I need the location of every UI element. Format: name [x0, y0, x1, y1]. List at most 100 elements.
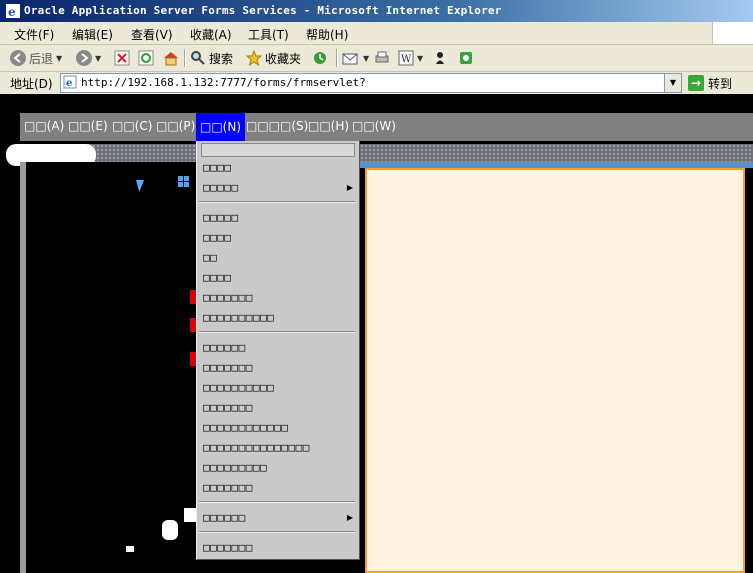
address-dropdown-button[interactable]: ▼ — [664, 74, 681, 92]
white-spot — [184, 508, 196, 522]
search-button[interactable]: 搜索 — [190, 48, 233, 68]
messenger-button[interactable] — [434, 48, 450, 68]
forms-dropdown-menu: □□□□ □□□□□ ▶ □□□□□ □□□□ □□ □□□□ □□□□□□□ … — [196, 141, 360, 560]
address-label: 地址(D) — [10, 77, 53, 91]
home-icon — [164, 52, 178, 66]
dropdown-item[interactable]: □□□□□□□ — [203, 401, 253, 414]
left-canvas — [20, 162, 202, 573]
address-url: http://192.168.1.132:7777/forms/frmservl… — [81, 76, 366, 89]
forward-arrow-icon — [76, 50, 92, 66]
address-bar: 地址(D) e http://192.168.1.132:7777/forms/… — [0, 72, 753, 94]
dropdown-item[interactable]: □□□□□□□□□□ — [203, 311, 274, 324]
printer-icon — [375, 51, 389, 63]
forms-menu-item[interactable]: □□(P) — [156, 119, 195, 133]
stop-button[interactable] — [114, 48, 130, 68]
menu-tools[interactable]: 工具(T) — [248, 26, 289, 43]
applet-top-border — [0, 95, 753, 113]
messenger-icon — [436, 52, 444, 64]
search-label: 搜索 — [209, 51, 234, 66]
submenu-arrow-icon: ▶ — [346, 513, 353, 522]
dropdown-item[interactable]: □□□□□□ — [203, 511, 246, 524]
blue-marker-icon — [136, 180, 144, 192]
menu-edit[interactable]: 编辑(E) — [72, 26, 113, 43]
dropdown-item[interactable]: □□ — [203, 251, 217, 264]
content-panel — [365, 168, 745, 573]
page-icon: e — [63, 75, 77, 89]
title-bar: e Oracle Application Server Forms Servic… — [0, 0, 753, 22]
back-button[interactable]: 后退 ▼ — [10, 48, 62, 68]
menu-separator — [199, 501, 355, 503]
svg-text:e: e — [8, 5, 16, 18]
chevron-down-icon: ▼ — [56, 53, 63, 63]
menu-separator — [199, 331, 355, 333]
go-button[interactable]: → 转到 — [688, 73, 732, 93]
forms-menu-item-active[interactable]: □□(N) — [196, 113, 246, 141]
forward-button[interactable]: ▼ — [76, 48, 101, 68]
history-icon — [314, 52, 326, 64]
forms-menu-item[interactable]: □□(W) — [352, 119, 396, 133]
dropdown-item[interactable]: □□□□□□□ — [203, 541, 253, 554]
evernote-button[interactable] — [458, 48, 474, 68]
dropdown-item[interactable]: □□□□□□□ — [203, 361, 253, 374]
dropdown-item[interactable]: □□□□□□□ — [203, 481, 253, 494]
history-button[interactable] — [312, 48, 328, 68]
dropdown-item[interactable]: □□□□□ — [203, 181, 239, 194]
dropdown-item[interactable]: □□□□□□□□□□ — [203, 381, 274, 394]
forms-menu-item[interactable]: □□□□(S) — [246, 119, 308, 133]
back-label: 后退 — [29, 51, 54, 66]
toolbar-separator — [184, 49, 186, 67]
menu-view[interactable]: 查看(V) — [131, 26, 173, 43]
toolbar-strip — [20, 144, 753, 162]
ie-logo-icon: e — [6, 4, 20, 18]
favorites-label: 收藏夹 — [265, 51, 302, 66]
edit-button[interactable]: W ▼ — [398, 48, 423, 68]
home-button[interactable] — [162, 48, 180, 68]
forms-menu-item[interactable]: □□(E) — [68, 119, 108, 133]
word-icon: W — [398, 50, 414, 66]
stop-icon — [114, 50, 130, 66]
forms-menu-item[interactable]: □□(H) — [308, 119, 349, 133]
print-button[interactable] — [374, 48, 390, 68]
svg-text:e: e — [66, 78, 72, 89]
chevron-down-icon: ▼ — [95, 53, 102, 63]
forms-menu-bar: □□(A) □□(E) □□(C) □□(P) □□(N) □□□□(S) □□… — [20, 113, 753, 141]
back-arrow-icon — [10, 50, 26, 66]
right-edge — [745, 168, 753, 573]
windows-flag-icon — [178, 176, 189, 187]
chevron-down-icon: ▼ — [417, 53, 424, 63]
menu-search-field[interactable] — [201, 143, 355, 157]
dropdown-item[interactable]: □□□□□□□ — [203, 291, 253, 304]
go-arrow-icon: → — [688, 75, 704, 91]
menu-favorites[interactable]: 收藏(A) — [190, 26, 232, 43]
browser-toolbar: 后退 ▼ ▼ 搜索 收藏夹 ▼ W ▼ — [0, 45, 753, 72]
menu-file[interactable]: 文件(F) — [14, 26, 54, 43]
dropdown-item[interactable]: □□□□□□□□□□□□ — [203, 421, 288, 434]
window-title: Oracle Application Server Forms Services… — [24, 4, 502, 17]
dropdown-item[interactable]: □□□□ — [203, 231, 232, 244]
chevron-down-icon: ▼ — [363, 53, 370, 63]
dropdown-item[interactable]: □□□□□□□□□ — [203, 461, 267, 474]
menu-help[interactable]: 帮助(H) — [306, 26, 348, 43]
mail-icon — [342, 53, 358, 65]
toolbar-separator — [336, 49, 338, 67]
go-label: 转到 — [708, 76, 733, 91]
dropdown-item[interactable]: □□□□□□ — [203, 341, 246, 354]
submenu-arrow-icon: ▶ — [346, 183, 353, 192]
refresh-button[interactable] — [138, 48, 154, 68]
search-icon — [191, 51, 205, 65]
windows-logo — [712, 22, 753, 44]
browser-menu-bar: 文件(F) 编辑(E) 查看(V) 收藏(A) 工具(T) 帮助(H) — [0, 22, 753, 45]
svg-text:W: W — [401, 54, 412, 65]
dropdown-item[interactable]: □□□□□ — [203, 211, 239, 224]
address-input[interactable]: e http://192.168.1.132:7777/forms/frmser… — [60, 73, 682, 93]
menu-separator — [199, 201, 355, 203]
dropdown-item[interactable]: □□□□ — [203, 161, 232, 174]
refresh-icon — [138, 50, 154, 66]
dropdown-item[interactable]: □□□□ — [203, 271, 232, 284]
mail-button[interactable]: ▼ — [342, 48, 369, 68]
white-spot — [126, 546, 134, 552]
favorites-button[interactable]: 收藏夹 — [246, 48, 301, 68]
dropdown-item[interactable]: □□□□□□□□□□□□□□□ — [203, 441, 310, 454]
forms-menu-item[interactable]: □□(C) — [112, 119, 152, 133]
forms-menu-item[interactable]: □□(A) — [24, 119, 64, 133]
